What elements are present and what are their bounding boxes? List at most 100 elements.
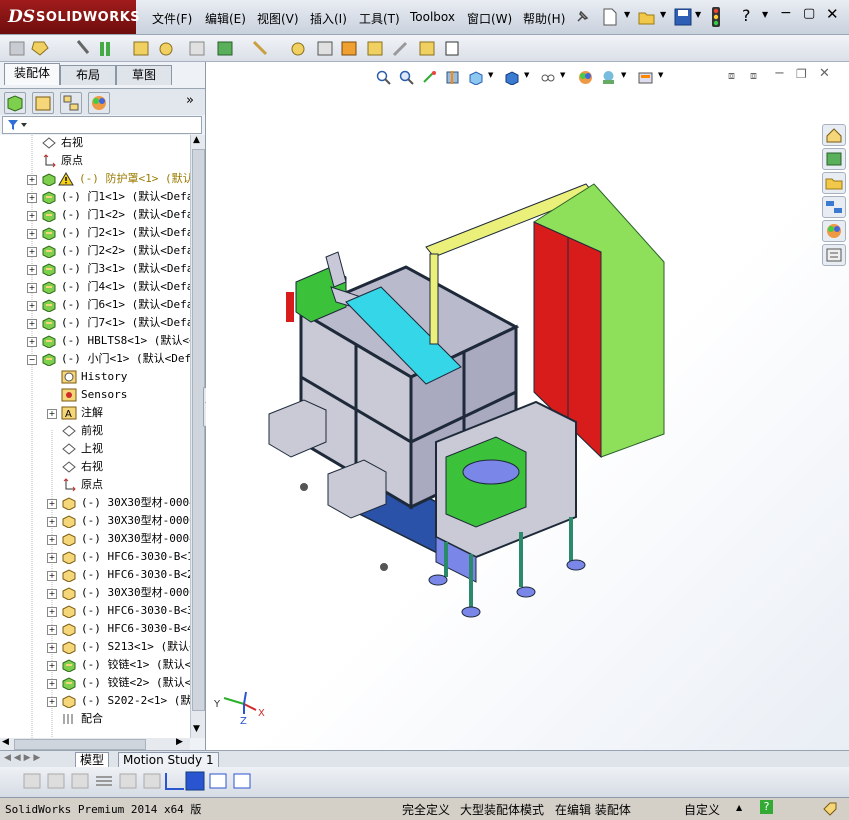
expand-toggle-icon[interactable]: +	[47, 535, 57, 545]
feature-tree-icon[interactable]	[4, 92, 26, 114]
assembly-model[interactable]: Y X Z	[206, 62, 849, 750]
expand-toggle-icon[interactable]: +	[27, 175, 37, 185]
expand-panel-icon[interactable]: »	[186, 93, 194, 108]
tree-row[interactable]: + (-) 门3<1> (默认<Defa	[0, 260, 190, 278]
tree-row[interactable]: + (-) 30X30型材-0004	[0, 530, 190, 548]
scroll-left-icon[interactable]: ◀	[2, 737, 9, 747]
expand-toggle-icon[interactable]: +	[47, 643, 57, 653]
minimize-icon[interactable]: −	[780, 5, 792, 21]
tree-row[interactable]: + (-) 门7<1> (默认<Defa	[0, 314, 190, 332]
display-manager-icon[interactable]	[88, 92, 110, 114]
configuration-manager-icon[interactable]	[60, 92, 82, 114]
tree-row[interactable]: + A 注解	[0, 404, 190, 422]
tree-row[interactable]: + (-) 30X30型材-0006	[0, 512, 190, 530]
expand-toggle-icon[interactable]: +	[27, 247, 37, 257]
tree-row[interactable]: + (-) HBLTS8<1> (默认<<	[0, 332, 190, 350]
toolbar-icon-strip[interactable]	[8, 39, 338, 59]
expand-toggle-icon[interactable]: +	[47, 625, 57, 635]
help-dropdown-icon[interactable]: ▼	[762, 10, 768, 19]
tree-row[interactable]: + (-) 门2<2> (默认<Defa	[0, 242, 190, 260]
restore-icon[interactable]: ▢	[803, 6, 815, 21]
scroll-down-icon[interactable]: ▼	[193, 724, 200, 734]
tree-row[interactable]: 上视	[0, 440, 190, 458]
tree-row[interactable]: + (-) 门6<1> (默认<Defa	[0, 296, 190, 314]
rebuild-icon[interactable]	[710, 7, 722, 27]
menu-toolbox[interactable]: Toolbox	[410, 10, 455, 24]
tree-vertical-scrollbar[interactable]: ▲ ▼	[190, 135, 205, 738]
tree-row[interactable]: − (-) 小门<1> (默认<Def	[0, 350, 190, 368]
tree-horizontal-scrollbar[interactable]: ◀ ▶	[0, 737, 190, 750]
expand-toggle-icon[interactable]: +	[47, 661, 57, 671]
tree-row[interactable]: 右视	[0, 135, 190, 152]
tree-row[interactable]: + (-) 铰链<1> (默认<	[0, 656, 190, 674]
tab-assembly[interactable]: 装配体	[4, 63, 60, 85]
menu-view[interactable]: 视图(V)	[257, 10, 299, 27]
scroll-up-icon[interactable]: ▲	[193, 135, 200, 145]
expand-toggle-icon[interactable]: +	[47, 697, 57, 707]
solidworks-logo[interactable]: DS SOLIDWORKS	[0, 0, 140, 34]
expand-toggle-icon[interactable]: +	[47, 499, 57, 509]
menu-insert[interactable]: 插入(I)	[310, 10, 347, 27]
expand-toggle-icon[interactable]: +	[27, 211, 37, 221]
tree-row[interactable]: + (-) HFC6-3030-B<1>	[0, 548, 190, 566]
hscroll-thumb[interactable]	[14, 739, 146, 750]
expand-toggle-icon[interactable]: +	[27, 283, 37, 293]
new-document-icon[interactable]	[602, 8, 618, 26]
expand-toggle-icon[interactable]: +	[47, 571, 57, 581]
expand-toggle-icon[interactable]: +	[47, 589, 57, 599]
help-icon[interactable]: ?	[742, 6, 751, 25]
expand-toggle-icon[interactable]: +	[27, 265, 37, 275]
tab-sketch[interactable]: 草图	[116, 65, 172, 85]
tree-row[interactable]: + (-) HFC6-3030-B<3>	[0, 602, 190, 620]
open-folder-icon[interactable]	[638, 8, 656, 26]
expand-toggle-icon[interactable]: +	[27, 229, 37, 239]
property-manager-icon[interactable]	[32, 92, 54, 114]
tree-row[interactable]: 前视	[0, 422, 190, 440]
new-dropdown-icon[interactable]: ▼	[624, 10, 630, 19]
menu-tools[interactable]: 工具(T)	[359, 10, 400, 27]
expand-toggle-icon[interactable]: +	[47, 679, 57, 689]
tree-row[interactable]: + (-) 30X30型材-0004	[0, 494, 190, 512]
bottom-toolbar-icons[interactable]	[22, 771, 252, 793]
tab-nav-arrows-icon[interactable]: ◀ ◀ ▶ ▶	[4, 753, 40, 763]
tree-row[interactable]: 原点	[0, 476, 190, 494]
tree-row[interactable]: 右视	[0, 458, 190, 476]
save-icon[interactable]	[674, 8, 692, 26]
tag-icon[interactable]	[822, 801, 838, 817]
expand-toggle-icon[interactable]: +	[27, 337, 37, 347]
graphics-area[interactable]: ▼ ▼ ▼ ▼ ▼ ⧈ ⧈ − ❐ ✕ Y X Z	[206, 62, 849, 750]
tree-row[interactable]: + (-) 铰链<2> (默认<	[0, 674, 190, 692]
tree-row[interactable]: History	[0, 368, 190, 386]
scroll-thumb[interactable]	[192, 149, 205, 711]
collapse-toggle-icon[interactable]: −	[27, 355, 37, 365]
tree-row[interactable]: + (-) HFC6-3030-B<4>	[0, 620, 190, 638]
save-dropdown-icon[interactable]: ▼	[695, 10, 701, 19]
tree-row[interactable]: + (-) 门1<1> (默认<Defa	[0, 188, 190, 206]
units-selector[interactable]: 自定义	[684, 801, 720, 818]
expand-toggle-icon[interactable]: +	[27, 319, 37, 329]
tree-row[interactable]: + (-) 门4<1> (默认<Defa	[0, 278, 190, 296]
tree-row[interactable]: + (-) HFC6-3030-B<2>	[0, 566, 190, 584]
tree-row[interactable]: + (-) 30X30型材-0006	[0, 584, 190, 602]
tree-row[interactable]: + (-) 门2<1> (默认<Defa	[0, 224, 190, 242]
expand-toggle-icon[interactable]: +	[27, 193, 37, 203]
tree-row[interactable]: + (-) 门1<2> (默认<Defa	[0, 206, 190, 224]
menu-edit[interactable]: 编辑(E)	[205, 10, 246, 27]
menu-help[interactable]: 帮助(H)	[523, 10, 565, 27]
tree-row[interactable]: 原点	[0, 152, 190, 170]
expand-toggle-icon[interactable]: +	[47, 517, 57, 527]
tree-row[interactable]: + (-) S202-2<1> (默认	[0, 692, 190, 710]
expand-toggle-icon[interactable]: +	[27, 301, 37, 311]
scroll-right-icon[interactable]: ▶	[176, 737, 183, 747]
tree-row[interactable]: 配合	[0, 710, 190, 728]
menu-file[interactable]: 文件(F)	[152, 10, 192, 27]
open-dropdown-icon[interactable]: ▼	[660, 10, 666, 19]
expand-toggle-icon[interactable]: +	[47, 409, 57, 419]
toolbar-icon-strip-2[interactable]	[340, 39, 470, 59]
units-dropdown-icon[interactable]: ▲	[736, 803, 742, 812]
tab-layout[interactable]: 布局	[60, 65, 116, 85]
help-status-icon[interactable]: ?	[760, 800, 773, 814]
menu-window[interactable]: 窗口(W)	[467, 10, 512, 27]
pin-icon[interactable]	[574, 9, 590, 25]
tree-row[interactable]: Sensors	[0, 386, 190, 404]
